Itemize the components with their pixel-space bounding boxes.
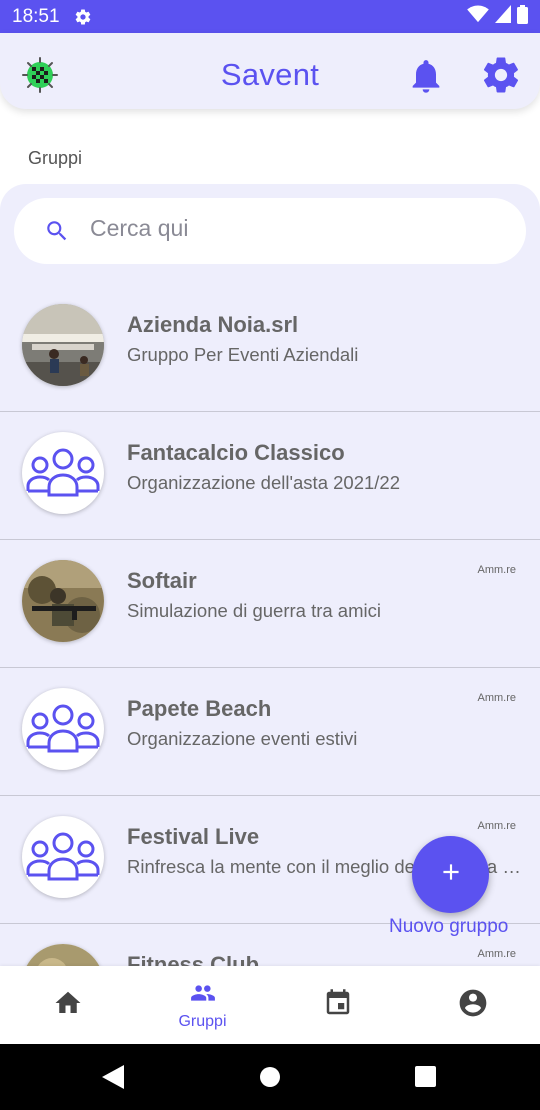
app-bar: Savent bbox=[0, 33, 540, 109]
nav-groups-label: Gruppi bbox=[178, 1012, 227, 1030]
fitness-avatar bbox=[22, 944, 104, 966]
group-icon bbox=[22, 816, 104, 898]
screen: 18:51 Savent Gruppi Cerca qui Azienda No… bbox=[0, 0, 540, 1110]
group-title: Fitness Club bbox=[127, 952, 260, 966]
recents-icon[interactable] bbox=[415, 1066, 436, 1092]
admin-badge: Amm.re bbox=[477, 820, 517, 832]
settings-icon bbox=[74, 8, 92, 26]
home-icon bbox=[53, 988, 83, 1023]
list-item[interactable]: Fantacalcio Classico Organizzazione dell… bbox=[0, 412, 540, 540]
group-title: Fantacalcio Classico bbox=[127, 440, 345, 465]
group-icon bbox=[22, 688, 104, 770]
section-label: Gruppi bbox=[28, 148, 83, 168]
status-bar: 18:51 bbox=[0, 0, 540, 33]
softair-avatar bbox=[22, 560, 104, 642]
search-bar[interactable] bbox=[14, 198, 526, 264]
signal-icon bbox=[495, 5, 511, 28]
group-subtitle: Gruppo Per Eventi Aziendali bbox=[127, 344, 359, 365]
add-group-button[interactable] bbox=[412, 836, 489, 913]
calendar-icon bbox=[323, 988, 353, 1023]
nav-groups[interactable]: Gruppi bbox=[135, 966, 270, 1044]
status-time: 18:51 bbox=[12, 5, 60, 27]
group-title: Festival Live bbox=[127, 824, 260, 849]
home-button-icon[interactable] bbox=[259, 1066, 281, 1093]
status-icons bbox=[467, 4, 528, 29]
plus-icon bbox=[438, 859, 464, 890]
battery-icon bbox=[517, 4, 528, 29]
group-subtitle: Simulazione di guerra tra amici bbox=[127, 600, 381, 621]
bell-icon[interactable] bbox=[406, 55, 446, 102]
group-icon bbox=[22, 432, 104, 514]
wifi-icon bbox=[467, 5, 489, 28]
gear-icon[interactable] bbox=[480, 54, 522, 101]
search-icon bbox=[44, 218, 70, 249]
search-input[interactable] bbox=[90, 215, 490, 242]
admin-badge: Amm.re bbox=[477, 692, 517, 704]
bottom-nav: Gruppi bbox=[0, 966, 540, 1044]
office-avatar bbox=[22, 304, 104, 386]
nav-profile[interactable] bbox=[405, 966, 540, 1044]
group-title: Softair bbox=[127, 568, 197, 593]
group-title: Azienda Noia.srl bbox=[127, 312, 299, 337]
list-item[interactable]: Softair Simulazione di guerra tra amici … bbox=[0, 540, 540, 668]
app-title: Savent bbox=[220, 57, 320, 92]
nav-calendar[interactable] bbox=[270, 966, 405, 1044]
groups-icon bbox=[187, 980, 219, 1011]
group-title: Papete Beach bbox=[127, 696, 272, 721]
list-item[interactable]: Azienda Noia.srl Gruppo Per Eventi Azien… bbox=[0, 284, 540, 412]
system-nav-bar bbox=[0, 1044, 540, 1110]
nav-home[interactable] bbox=[0, 966, 135, 1044]
group-subtitle: Organizzazione eventi estivi bbox=[127, 728, 358, 749]
account-icon bbox=[457, 987, 489, 1024]
back-icon[interactable] bbox=[102, 1065, 124, 1094]
add-group-label[interactable]: Nuovo gruppo bbox=[389, 916, 508, 938]
list-item[interactable]: Papete Beach Organizzazione eventi estiv… bbox=[0, 668, 540, 796]
group-subtitle: Organizzazione dell'asta 2021/22 bbox=[127, 472, 400, 493]
admin-badge: Amm.re bbox=[477, 564, 517, 576]
admin-badge: Amm.re bbox=[477, 948, 517, 960]
